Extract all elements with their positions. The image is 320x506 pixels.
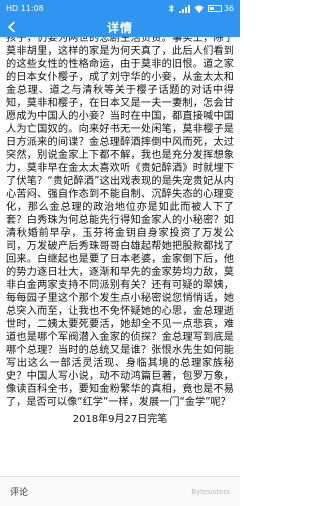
back-arrow-icon xyxy=(6,18,18,37)
comment-label[interactable]: 评论 xyxy=(10,485,28,498)
signal-icon xyxy=(178,4,190,13)
comment-bar[interactable]: 评论 Bytesisters xyxy=(0,476,240,506)
battery-level xyxy=(209,7,215,10)
watermark: Bytesisters xyxy=(191,487,230,496)
battery-icon xyxy=(207,5,222,12)
status-time: HD 11:08 xyxy=(6,4,44,13)
status-right: 36 xyxy=(168,4,234,13)
article-body: 孩子，仍要为两世的悲剧生活负责。事实上，除了莫非胡里，这样的家是为何天真了，此后… xyxy=(6,37,234,408)
back-button[interactable] xyxy=(6,20,22,34)
wifi-icon xyxy=(194,5,204,13)
bluetooth-icon xyxy=(168,4,175,13)
status-left: HD 11:08 xyxy=(6,4,44,13)
battery-indicator: 36 xyxy=(207,4,234,13)
article-date-line: 2018年9月27日完笔 xyxy=(72,414,168,425)
nav-bar: 详情 xyxy=(0,17,240,37)
status-bar: HD 11:08 36 xyxy=(0,0,240,17)
article-content[interactable]: 孩子，仍要为两世的悲剧生活负责。事实上，除了莫非胡里，这样的家是为何天真了，此后… xyxy=(0,37,240,474)
page-title: 详情 xyxy=(106,20,133,35)
battery-text: 36 xyxy=(223,4,234,13)
